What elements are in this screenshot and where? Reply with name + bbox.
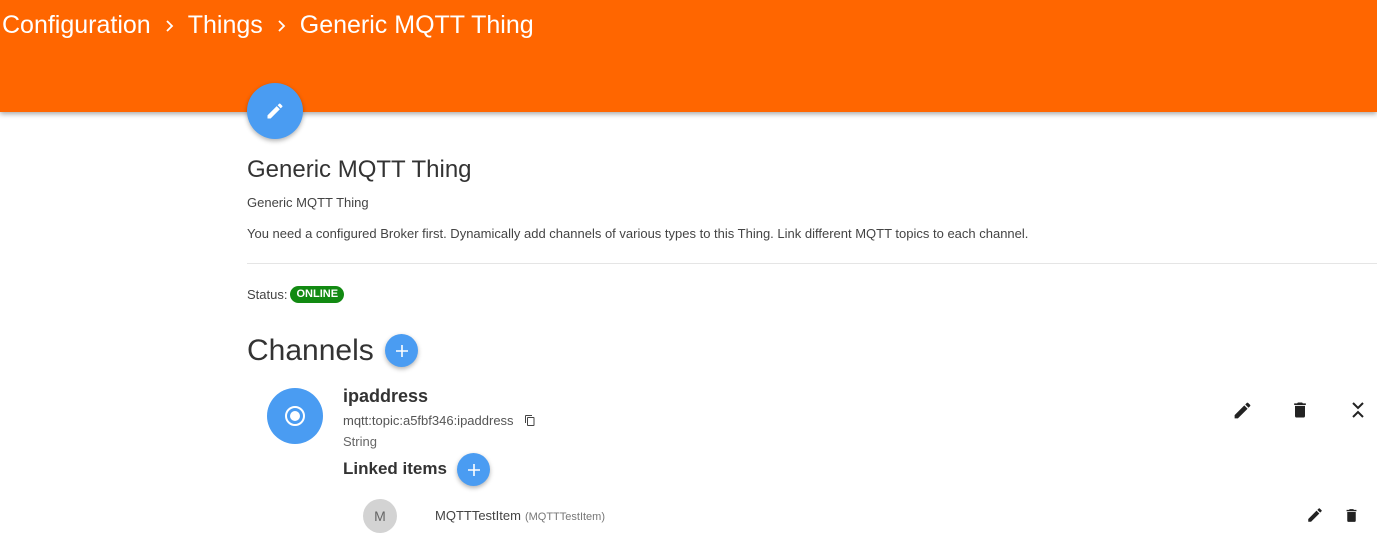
thing-subtitle: Generic MQTT Thing — [247, 195, 369, 210]
trash-icon — [1346, 508, 1356, 522]
linked-item[interactable]: MQTTTestItem (MQTTTestItem) — [435, 508, 605, 523]
breadcrumb-configuration[interactable]: Configuration — [2, 11, 151, 40]
plus-icon — [467, 463, 480, 476]
chevron-right-icon — [151, 19, 188, 33]
delete-linked-item-button[interactable] — [1340, 504, 1362, 526]
linked-item-name: (MQTTTestItem) — [524, 511, 606, 523]
add-channel-button[interactable] — [385, 334, 418, 367]
collapse-channel-button[interactable] — [1346, 398, 1370, 422]
edit-channel-button[interactable] — [1230, 398, 1254, 422]
header-bar: Configuration Things Generic MQTT Thing — [0, 0, 1377, 112]
delete-channel-button[interactable] — [1288, 398, 1312, 422]
breadcrumb: Configuration Things Generic MQTT Thing — [2, 11, 534, 40]
breadcrumb-current-thing: Generic MQTT Thing — [299, 11, 534, 39]
copy-uid-button[interactable] — [524, 414, 536, 427]
radio-button-icon — [285, 406, 305, 426]
channels-heading: Channels — [247, 334, 374, 367]
chevron-collapse-icon — [1352, 402, 1364, 418]
trash-icon — [1294, 402, 1306, 418]
breadcrumb-things[interactable]: Things — [188, 11, 263, 40]
pencil-icon — [1234, 402, 1250, 418]
copy-icon — [524, 415, 535, 426]
chevron-right-icon — [263, 19, 300, 33]
channel-uid: mqtt:topic:a5fbf346:ipaddress — [343, 413, 514, 428]
status-row: Status: ONLINE — [247, 286, 345, 303]
edit-linked-item-button[interactable] — [1304, 504, 1326, 526]
channel-uid-row: mqtt:topic:a5fbf346:ipaddress — [343, 413, 536, 428]
page-title: Generic MQTT Thing — [247, 156, 472, 183]
plus-icon — [395, 344, 408, 357]
linked-items-heading: Linked items — [343, 459, 447, 478]
status-badge: ONLINE — [290, 286, 345, 303]
avatar: M — [363, 499, 397, 533]
channel-name: ipaddress — [343, 386, 429, 406]
channel-type: String — [343, 434, 377, 449]
status-label: Status: — [247, 287, 288, 302]
pencil-icon — [1308, 508, 1322, 522]
edit-thing-button[interactable] — [247, 83, 303, 139]
pencil-icon — [267, 103, 283, 119]
thing-description: You need a configured Broker first. Dyna… — [247, 226, 1029, 241]
channel-icon — [267, 388, 323, 444]
linked-item-label: MQTTTestItem — [435, 508, 521, 523]
add-linked-item-button[interactable] — [457, 453, 490, 486]
divider — [247, 263, 1377, 264]
